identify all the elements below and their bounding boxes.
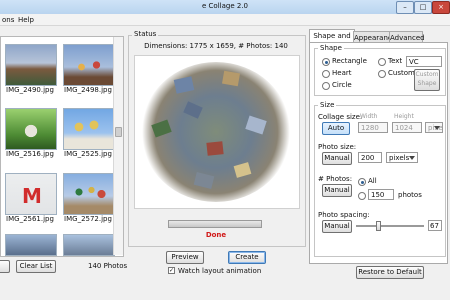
progress-fill [169, 221, 261, 227]
close-icon[interactable]: × [432, 1, 450, 14]
photo-thumbnail [63, 173, 115, 215]
shape-circle-label: Circle [332, 81, 352, 89]
photo-size-input[interactable]: 200 [358, 152, 382, 163]
photo-filename: IMG_2572.jpg [64, 215, 112, 223]
list-scrollbar[interactable] [113, 37, 123, 255]
slider-thumb[interactable] [375, 221, 381, 231]
remove-button[interactable] [0, 260, 10, 273]
collage-photo [221, 70, 241, 87]
list-item[interactable]: IMG_2572.jpg [59, 170, 115, 230]
preview-button[interactable]: Preview [166, 251, 204, 264]
size-label: Size [318, 101, 337, 109]
photo-size-units-value: pixels [389, 154, 410, 162]
list-item[interactable]: IMG_2525.jpg [59, 105, 115, 165]
create-button[interactable]: Create [228, 251, 266, 264]
photo-thumbnail [5, 234, 57, 256]
photo-thumbnail [63, 234, 115, 256]
photo-filename: IMG_2516.jpg [6, 150, 54, 158]
list-item[interactable]: M IMG_2561.jpg [1, 170, 57, 230]
photo-spacing-input[interactable]: 67 [428, 220, 442, 231]
collage-preview[interactable] [134, 55, 300, 209]
photo-filename: IMG_2561.jpg [6, 215, 54, 223]
collage-size-auto-button[interactable]: Auto [322, 122, 350, 135]
photo-filename: IMG_2498.jpg [64, 86, 112, 94]
photo-size-units-select[interactable]: pixels [386, 152, 418, 163]
photo-filename: IMG_2525.jpg [64, 150, 112, 158]
shape-circle-radio[interactable] [322, 82, 330, 90]
collage-size-label: Collage size: [318, 113, 363, 121]
photo-spacing-slider[interactable] [356, 221, 424, 231]
photo-list-panel[interactable]: IMG_2490.jpg IMG_2498.jpg IMG_2516.jpg I… [0, 36, 124, 257]
dimensions-text: Dimensions: 1775 x 1659, # Photos: 140 [144, 42, 288, 50]
photo-spacing-manual-button[interactable]: Manual [322, 220, 352, 233]
done-text: Done [205, 231, 227, 239]
watch-layout-label: Watch layout animation [178, 267, 262, 275]
height-input[interactable]: 1024 [392, 122, 422, 133]
shape-text-label: Text [388, 57, 403, 65]
photo-count: 140 Photos [88, 262, 128, 270]
shape-rectangle-radio[interactable] [322, 58, 330, 66]
list-item[interactable]: IMG_2490.jpg [1, 41, 57, 101]
photo-filename: IMG_2490.jpg [6, 86, 54, 94]
num-photos-unit: photos [398, 191, 422, 199]
shape-rectangle-label: Rectangle [332, 57, 367, 65]
progress-bar [168, 220, 262, 228]
photo-size-manual-button[interactable]: Manual [322, 152, 352, 165]
menu-item-help[interactable]: Help [18, 16, 34, 24]
width-label: Width [360, 113, 378, 120]
collage-photo [206, 141, 224, 156]
num-photos-manual-button[interactable]: Manual [322, 184, 352, 197]
photo-thumbnail: M [5, 173, 57, 215]
chevron-down-icon [434, 126, 440, 130]
menu-bar [0, 14, 450, 26]
clear-list-button[interactable]: Clear List [16, 260, 56, 273]
tab-shape-and-size[interactable]: Shape and Size [309, 29, 355, 52]
width-input[interactable]: 1280 [358, 122, 388, 133]
shape-custom-label: Custom [388, 69, 415, 77]
watch-layout-checkbox[interactable]: ✓ [168, 267, 175, 274]
scrollbar-thumb[interactable] [115, 127, 122, 137]
num-photos-count-radio[interactable] [358, 192, 366, 200]
shape-heart-radio[interactable] [322, 70, 330, 78]
photo-size-label: Photo size: [318, 143, 357, 151]
shape-heart-label: Heart [332, 69, 352, 77]
num-photos-all-radio[interactable] [358, 178, 366, 186]
list-item[interactable]: IMG_2516.jpg [1, 105, 57, 165]
photo-thumbnail [5, 108, 57, 150]
status-label: Status [132, 30, 159, 38]
photo-thumbnail [63, 44, 115, 86]
num-photos-all-label: All [368, 177, 377, 185]
collage-units-select[interactable]: pixels [425, 122, 443, 133]
maximize-icon[interactable]: □ [414, 1, 432, 14]
chevron-down-icon [409, 156, 415, 160]
minimize-icon[interactable]: – [396, 1, 414, 14]
restore-default-button[interactable]: Restore to Default [356, 266, 424, 279]
list-item[interactable]: IMG_2498.jpg [59, 41, 115, 101]
num-photos-input[interactable]: 150 [368, 189, 394, 200]
photo-thumbnail [63, 108, 115, 150]
num-photos-label: # Photos: [318, 175, 353, 183]
photo-thumbnail [5, 44, 57, 86]
window-title: e Collage 2.0 [202, 2, 248, 10]
custom-shape-button[interactable]: Custom Shape [414, 69, 440, 91]
shape-text-radio[interactable] [378, 58, 386, 66]
shape-text-input[interactable]: VC [406, 56, 442, 67]
shape-custom-radio[interactable] [378, 70, 386, 78]
shape-label: Shape [318, 44, 344, 52]
height-label: Height [394, 113, 414, 120]
menu-item-options[interactable]: ons [2, 16, 14, 24]
photo-spacing-label: Photo spacing: [318, 211, 370, 219]
